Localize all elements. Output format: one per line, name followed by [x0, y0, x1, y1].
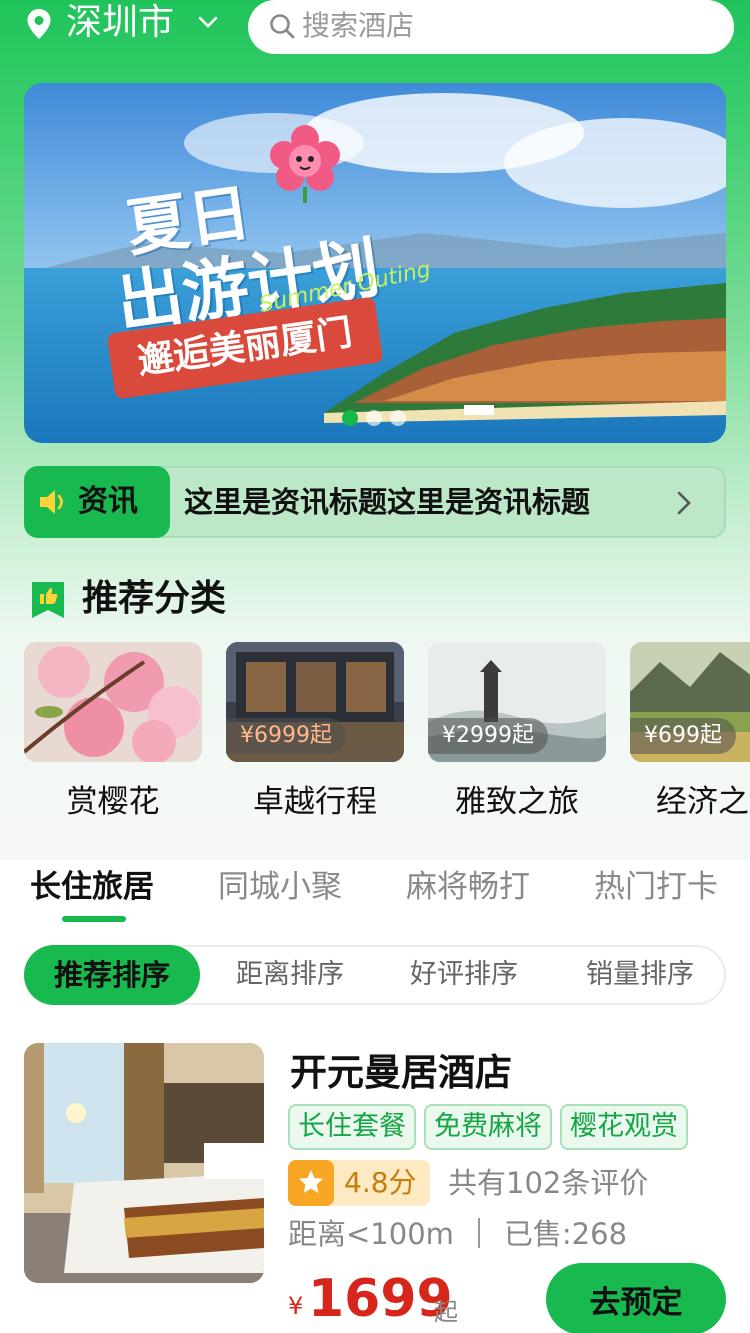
- category-price: ¥6999起: [226, 718, 346, 754]
- sort-rating-button[interactable]: 好评排序: [376, 947, 552, 1003]
- active-tab-indicator: [62, 916, 126, 922]
- hotel-tag: 樱花观赏: [560, 1104, 688, 1150]
- hotel-sold-count: 已售:268: [503, 1217, 628, 1251]
- search-icon: [270, 14, 295, 39]
- category-price: ¥699起: [630, 718, 736, 754]
- category-name: 赏樱花: [66, 784, 160, 820]
- carousel-dot[interactable]: [366, 410, 382, 426]
- book-button[interactable]: 去预定: [546, 1263, 726, 1333]
- tab-mahjong[interactable]: 麻将畅打: [406, 862, 530, 912]
- chevron-down-icon[interactable]: [196, 10, 220, 34]
- chevron-right-icon[interactable]: [674, 490, 694, 516]
- carousel-dots[interactable]: [342, 410, 414, 426]
- price-currency: ¥: [288, 1292, 304, 1320]
- category-tabs: 长住旅居 同城小聚 麻将畅打 热门打卡: [0, 862, 750, 922]
- hotel-meta: 距离<100m 已售:268: [288, 1212, 627, 1256]
- sort-bar: 推荐排序 距离排序 好评排序 销量排序: [24, 945, 726, 1005]
- hotel-name[interactable]: 开元曼居酒店: [290, 1048, 512, 1098]
- carousel-dot[interactable]: [342, 410, 358, 426]
- sort-recommended-button[interactable]: 推荐排序: [24, 945, 200, 1005]
- promo-banner[interactable]: 夏日 出游计划 Summer Outing 邂逅美丽厦门: [24, 83, 726, 443]
- category-name: 雅致之旅: [455, 784, 579, 820]
- flower-mascot-icon: [270, 125, 340, 203]
- search-bar[interactable]: [248, 0, 734, 54]
- tab-long-stay[interactable]: 长住旅居: [30, 862, 154, 912]
- hotel-tag: 免费麻将: [424, 1104, 552, 1150]
- location-pin-icon[interactable]: [26, 8, 52, 40]
- category-list: 赏樱花 ¥6999起 卓越行程 ¥2999起 雅致之旅 ¥699起 经济之: [24, 642, 750, 822]
- carousel-dot[interactable]: [390, 410, 406, 426]
- header: 深圳市: [0, 0, 750, 56]
- rating-badge: 4.8分: [288, 1160, 430, 1206]
- sort-sales-button[interactable]: 销量排序: [552, 947, 728, 1003]
- news-badge: 资讯: [24, 466, 170, 538]
- category-image: [24, 642, 202, 762]
- hotel-tag: 长住套餐: [288, 1104, 416, 1150]
- divider: [477, 1218, 480, 1248]
- price-value: 1699: [308, 1269, 453, 1329]
- section-title: 推荐分类: [82, 578, 227, 619]
- category-image: ¥699起: [630, 642, 750, 762]
- review-count[interactable]: 共有102条评价: [448, 1160, 648, 1206]
- category-name: 卓越行程: [253, 784, 377, 820]
- hotel-distance: 距离<100m: [288, 1217, 454, 1251]
- rating-value: 4.8分: [344, 1166, 417, 1199]
- thumbs-up-bookmark-icon: [32, 582, 64, 618]
- price-suffix: 起: [434, 1298, 458, 1326]
- news-label: 资讯: [78, 484, 138, 519]
- star-icon: [299, 1170, 323, 1193]
- category-image: ¥2999起: [428, 642, 606, 762]
- category-image: ¥6999起: [226, 642, 404, 762]
- tab-hot-spots[interactable]: 热门打卡: [594, 862, 718, 912]
- star-badge: [288, 1160, 334, 1206]
- hotel-tags: 长住套餐 免费麻将 樱花观赏: [288, 1104, 696, 1150]
- sort-distance-button[interactable]: 距离排序: [202, 947, 378, 1003]
- tab-local-meetup[interactable]: 同城小聚: [218, 862, 342, 912]
- search-input[interactable]: [302, 0, 702, 50]
- speaker-icon: [40, 490, 63, 514]
- news-title[interactable]: 这里是资讯标题这里是资讯标题: [184, 468, 590, 536]
- news-ticker[interactable]: 资讯 这里是资讯标题这里是资讯标题: [24, 466, 726, 538]
- category-name: 经济之: [656, 784, 749, 820]
- city-selector[interactable]: 深圳市: [66, 0, 174, 46]
- category-price: ¥2999起: [428, 718, 548, 754]
- hotel-image[interactable]: [24, 1043, 264, 1283]
